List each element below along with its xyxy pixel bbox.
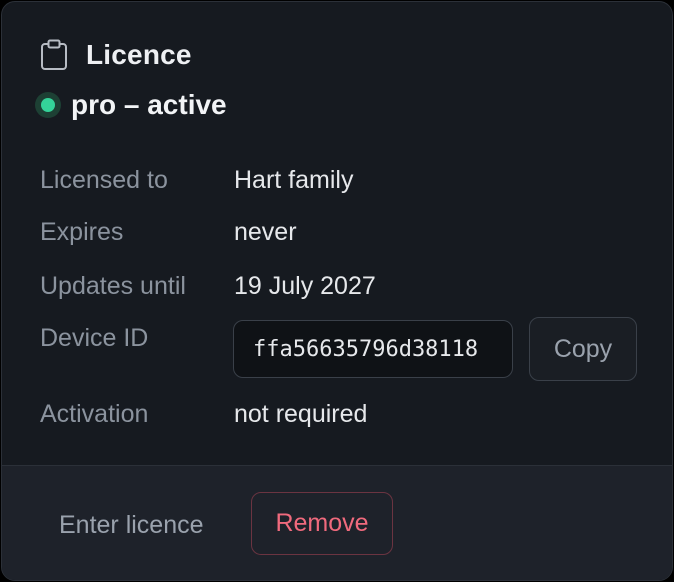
activation-label: Activation [40, 400, 149, 428]
licensed-to-value: Hart family [234, 166, 354, 194]
remove-button[interactable]: Remove [251, 492, 393, 555]
licence-title: Licence [86, 39, 192, 70]
copy-button[interactable]: Copy [529, 317, 637, 381]
status-indicator [35, 92, 61, 118]
status-dot-icon [41, 98, 55, 112]
licence-header: Licence [40, 39, 192, 71]
status-text: pro – active [71, 89, 227, 120]
licence-status: pro – active [35, 89, 227, 121]
licence-card: Licence pro – active Licensed to Hart fa… [1, 1, 673, 581]
activation-value: not required [234, 400, 368, 428]
updates-until-label: Updates until [40, 272, 186, 300]
clipboard-icon [41, 39, 67, 70]
expires-label: Expires [40, 218, 124, 246]
expires-value: never [234, 218, 297, 246]
card-footer: Enter licence Remove [2, 465, 672, 580]
updates-until-value: 19 July 2027 [234, 272, 376, 300]
enter-licence-button[interactable]: Enter licence [59, 511, 204, 540]
device-id-field[interactable]: ffa56635796d38118 [233, 320, 513, 378]
device-id-label: Device ID [40, 324, 149, 352]
licensed-to-label: Licensed to [40, 166, 168, 194]
